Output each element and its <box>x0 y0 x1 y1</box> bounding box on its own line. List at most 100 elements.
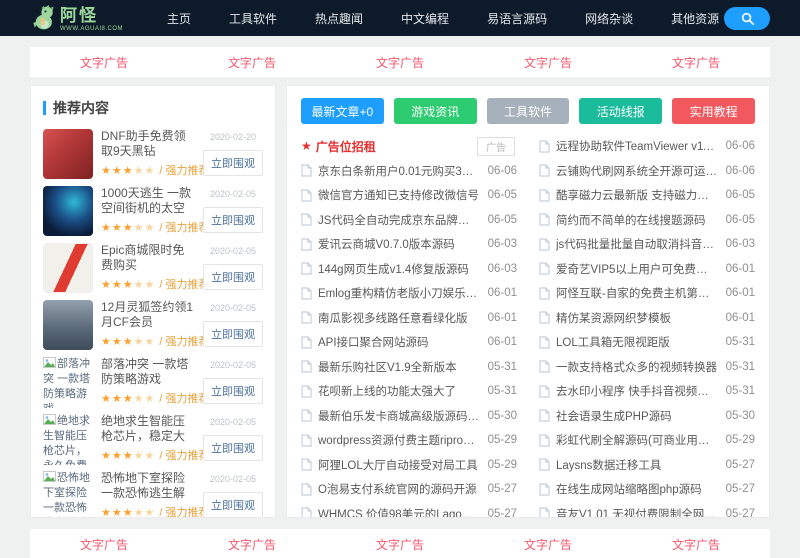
text-ad-link[interactable]: 文字广告 <box>30 54 178 71</box>
article-row[interactable]: 阿怪互联-自家的免费主机第一批正式开启 06-01 <box>539 281 755 306</box>
document-icon <box>539 287 550 300</box>
article-title: 阿怪互联-自家的免费主机第一批正式开启 <box>556 288 718 301</box>
text-ad-link[interactable]: 文字广告 <box>178 536 326 553</box>
article-title: 144g网页生成v1.4修复版源码 <box>318 263 469 276</box>
article-row[interactable]: JS代码全自动完成京东品牌狂欢城活动任务 06-05 <box>301 208 517 233</box>
view-now-button[interactable]: 立即围观 <box>203 492 263 517</box>
item-title[interactable]: 12月灵狐签约领1月CF会员 <box>101 300 195 330</box>
view-now-button[interactable]: 立即围观 <box>203 321 263 347</box>
article-date: 05-29 <box>487 458 517 471</box>
view-now-button[interactable]: 立即围观 <box>203 207 263 233</box>
recommended-item[interactable]: 恐怖地下室探险 一款恐怖逃生解谜恐怖地下室探险 一款恐怖逃生解谜类游戏 ★★★★★… <box>43 471 263 517</box>
article-row[interactable]: wordpress资源付费主题ripro6.7含美化包... 05-29 <box>301 428 517 453</box>
article-row[interactable]: 社会语录生成PHP源码 05-30 <box>539 404 755 429</box>
nav-item-5[interactable]: 易语言源码 <box>487 10 547 27</box>
broken-thumbnail[interactable]: 绝地求生智能压枪芯片，永久免费 <box>43 414 93 465</box>
text-ad-link[interactable]: 文字广告 <box>474 536 622 553</box>
nav-item-7[interactable]: 其他资源 <box>671 10 719 27</box>
item-thumbnail[interactable] <box>43 186 93 236</box>
site-logo[interactable]: 阿怪 WWW.AGUAI8.COM <box>30 4 123 32</box>
article-row[interactable]: 彩虹代刷全解源码(可商业用途 防黑) 05-29 <box>539 428 755 453</box>
category-button-1[interactable]: 最新文章+0 <box>301 98 384 124</box>
article-row[interactable]: O泡易支付系统官网的源码开源 05-27 <box>301 477 517 502</box>
nav-item-1[interactable]: 主页 <box>167 10 191 27</box>
article-title: 去水印小程序 快手抖音视频搬运工上热门... <box>556 386 718 399</box>
article-row[interactable]: 爱讯云商城V0.7.0版本源码 06-03 <box>301 232 517 257</box>
category-button-4[interactable]: 活动线报 <box>579 98 663 124</box>
star-rating-filled: ★★★ <box>101 393 134 405</box>
article-row[interactable]: 南瓜影视多线路任意看绿化版 06-01 <box>301 306 517 331</box>
article-date: 06-05 <box>725 189 755 202</box>
recommended-item[interactable]: 绝地求生智能压枪芯片，永久免费绝地求生智能压枪芯片，稳定大号使用，永久免费 ★★★… <box>43 414 263 465</box>
item-title[interactable]: 绝地求生智能压枪芯片，稳定大号使用，永久免费 <box>101 414 195 444</box>
view-now-button[interactable]: 立即围观 <box>203 150 263 176</box>
item-body: 部落冲突 一款塔防策略游戏 ★★★★★ / 强力推荐 <box>101 357 209 408</box>
article-row[interactable]: 音友V1.01 无视付费限制全网音乐无损免费... 05-27 <box>539 502 755 517</box>
view-now-button[interactable]: 立即围观 <box>203 378 263 404</box>
text-ad-link[interactable]: 文字广告 <box>622 54 770 71</box>
article-row[interactable]: 微信官方通知已支持修改微信号 06-05 <box>301 183 517 208</box>
article-row[interactable]: Emlog重构精仿老版小刀娱乐网HFoldao模... 06-01 <box>301 281 517 306</box>
article-date: 05-29 <box>725 434 755 447</box>
category-button-5[interactable]: 实用教程 <box>672 98 755 124</box>
nav-item-2[interactable]: 工具软件 <box>229 10 277 27</box>
article-row[interactable]: 最新伯乐发卡商城高级版源码 无后门 05-30 <box>301 404 517 429</box>
article-row[interactable]: 最新乐购社区V1.9全新版本 05-31 <box>301 355 517 380</box>
item-title[interactable]: 部落冲突 一款塔防策略游戏 <box>101 357 195 387</box>
article-row[interactable]: 酷享磁力云最新版 支持磁力搜索下载和一... 06-05 <box>539 183 755 208</box>
item-title[interactable]: Epic商城限时免费购买《SUPERHOT》游戏 <box>101 243 195 273</box>
article-row[interactable]: 爱奇艺VIP5以上用户可免费发爱奇艺VIP红包 06-01 <box>539 257 755 282</box>
recommended-item[interactable]: 部落冲突 一款塔防策略游戏部落冲突 一款塔防策略游戏★★★★★/ 强力推荐202… <box>43 357 263 408</box>
text-ad-link[interactable]: 文字广告 <box>622 536 770 553</box>
nav-item-3[interactable]: 热点趣闻 <box>315 10 363 27</box>
article-row[interactable]: 简约而不简单的在线搜题源码 06-05 <box>539 208 755 233</box>
item-thumbnail[interactable] <box>43 243 93 293</box>
item-title[interactable]: DNF助手免费领取9天黑钻 <box>101 129 195 159</box>
article-row[interactable]: 144g网页生成v1.4修复版源码 06-03 <box>301 257 517 282</box>
view-now-button[interactable]: 立即围观 <box>203 435 263 461</box>
article-row[interactable]: 云铺购代刷网系统全开源可运营程序搭建 06-06 <box>539 159 755 184</box>
text-ad-link[interactable]: 文字广告 <box>326 54 474 71</box>
broken-thumbnail[interactable]: 恐怖地下室探险 一款恐怖逃生解谜 <box>43 471 93 517</box>
recommended-item[interactable]: 12月灵狐签约领1月CF会员 ★★★★★ / 强力推荐 2020-02-05 立即围观 <box>43 300 263 351</box>
article-row[interactable]: WHMCS 价值98美元的Lagom模板开源 05-27 <box>301 502 517 517</box>
article-row[interactable]: 京东白条新用户0.01元购买3个月爱奇艺黄... 06-06 <box>301 159 517 184</box>
item-title[interactable]: 1000天逃生 一款空间街机的太空模拟经营游戏 <box>101 186 195 216</box>
ad-slot-row[interactable]: ★ 广告位招租 广告 <box>301 134 517 159</box>
article-row[interactable]: LOL工具箱无限视距版 05-31 <box>539 330 755 355</box>
recommended-item[interactable]: Epic商城限时免费购买《SUPERHOT》游戏★★★★★/ 强力推荐2020-… <box>43 243 263 294</box>
article-row[interactable]: 精仿某资源网织梦模板 06-01 <box>539 306 755 331</box>
article-title: API接口聚合网站源码 <box>318 337 429 350</box>
article-row[interactable]: js代码批量批量自动取消抖音关注 06-03 <box>539 232 755 257</box>
article-row[interactable]: Laysns数据迁移工具 05-27 <box>539 453 755 478</box>
search-button[interactable] <box>724 6 770 30</box>
document-icon <box>301 164 312 177</box>
text-ad-link[interactable]: 文字广告 <box>178 54 326 71</box>
article-row[interactable]: 一款支持格式众多的视频转换器 05-31 <box>539 355 755 380</box>
recommended-item[interactable]: DNF助手免费领取9天黑钻 ★★★★★ / 强力推荐 2020-02-20 立即围观 <box>43 129 263 180</box>
broken-thumbnail[interactable]: 部落冲突 一款塔防策略游戏 <box>43 357 93 408</box>
view-now-button[interactable]: 立即围观 <box>203 264 263 290</box>
text-ad-link[interactable]: 文字广告 <box>30 536 178 553</box>
item-body: Epic商城限时免费购买《SUPERHOT》游戏★★★★★/ 强力推荐 <box>101 243 209 294</box>
text-ad-link[interactable]: 文字广告 <box>474 54 622 71</box>
article-row[interactable]: 花呗新上线的功能太强大了 05-31 <box>301 379 517 404</box>
recommended-item[interactable]: 1000天逃生 一款空间街机的太空模拟经营游戏★★★★★/ 强力推荐2020-0… <box>43 186 263 237</box>
category-button-2[interactable]: 游戏资讯 <box>393 98 477 124</box>
rating-note: / 强力推荐 <box>159 279 210 291</box>
article-row[interactable]: 在线生成网站缩略图php源码 05-27 <box>539 477 755 502</box>
article-row[interactable]: 去水印小程序 快手抖音视频搬运工上热门... 05-31 <box>539 379 755 404</box>
category-button-3[interactable]: 工具软件 <box>486 98 570 124</box>
article-row[interactable]: 阿狸LOL大厅自动接受对局工具 05-29 <box>301 453 517 478</box>
article-row[interactable]: 远程协助软件TeamViewer v11 单文件版 06-06 <box>539 134 755 159</box>
article-date: 06-05 <box>725 213 755 226</box>
text-ad-link[interactable]: 文字广告 <box>326 536 474 553</box>
item-thumbnail[interactable] <box>43 129 93 179</box>
star-rating-empty: ★★ <box>133 336 156 348</box>
item-title[interactable]: 恐怖地下室探险 一款恐怖逃生解谜类游戏 <box>101 471 195 501</box>
item-thumbnail[interactable] <box>43 300 93 350</box>
star-rating-empty: ★★ <box>133 165 156 177</box>
nav-item-6[interactable]: 网络杂谈 <box>585 10 633 27</box>
nav-item-4[interactable]: 中文编程 <box>401 10 449 27</box>
article-row[interactable]: API接口聚合网站源码 06-01 <box>301 330 517 355</box>
